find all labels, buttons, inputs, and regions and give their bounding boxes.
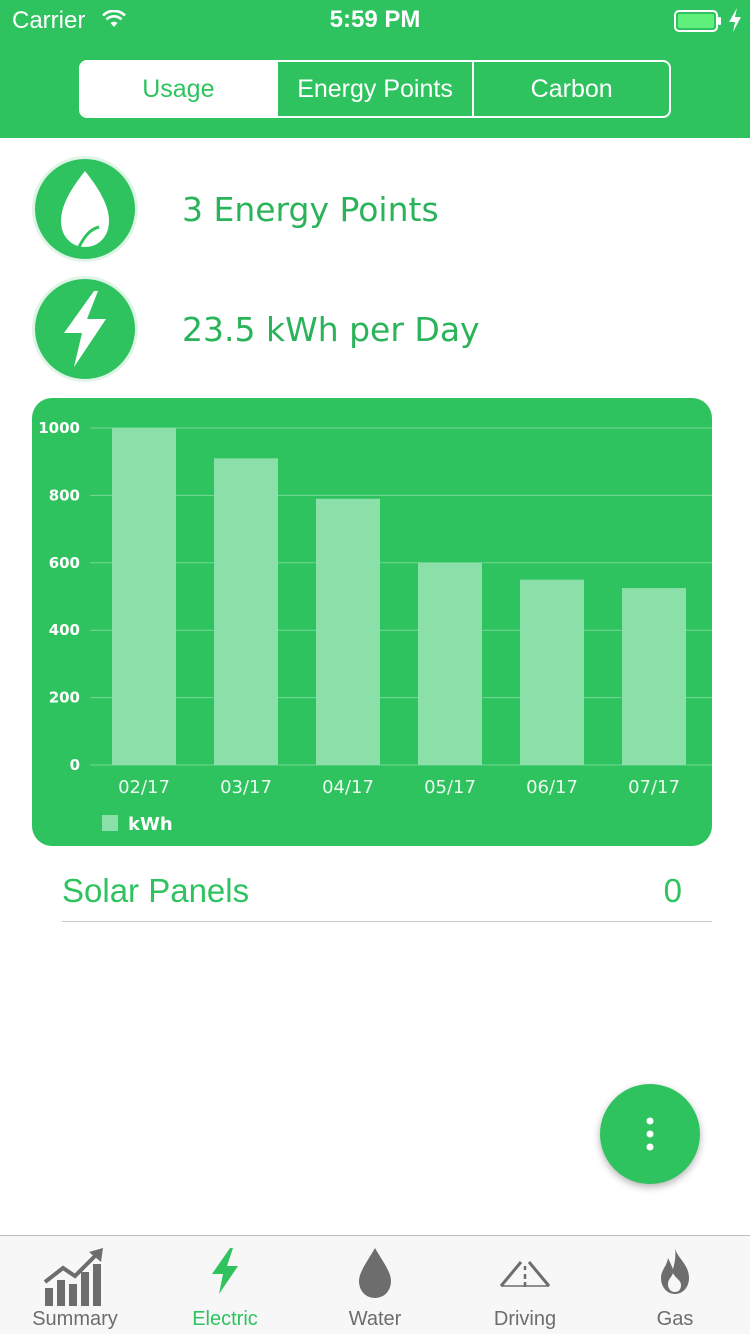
tab-water[interactable]: Water <box>300 1236 450 1334</box>
tab-summary[interactable]: Summary <box>0 1236 150 1334</box>
x-tick-label: 04/17 <box>322 777 374 798</box>
usage-chart: 0 200 400 600 800 1000 02/17 03/17 04/17 05/17 06/… <box>32 398 712 846</box>
tab-driving[interactable]: Driving <box>450 1236 600 1334</box>
y-tick-label: 600 <box>49 554 80 572</box>
energy-points-text: 3 Energy Points <box>182 190 439 229</box>
bar <box>418 562 482 765</box>
more-vertical-icon <box>646 1117 654 1151</box>
y-tick-label: 200 <box>49 689 80 707</box>
legend-label: kWh <box>128 814 173 835</box>
status-bar: Carrier 5:59 PM <box>0 0 750 40</box>
y-tick-label: 1000 <box>38 419 80 437</box>
y-tick-label: 800 <box>49 486 80 504</box>
tab-bar: Summary Electric Water Driving Gas <box>0 1235 750 1334</box>
tab-electric-label: Electric <box>192 1308 258 1330</box>
drop-icon <box>359 1248 391 1298</box>
solar-panels-row[interactable]: Solar Panels 0 <box>62 864 712 922</box>
tab-electric[interactable]: Electric <box>150 1236 300 1334</box>
tab-water-label: Water <box>348 1308 402 1330</box>
daily-usage-text: 23.5 kWh per Day <box>182 310 480 349</box>
tab-gas[interactable]: Gas <box>600 1236 750 1334</box>
tab-gas-label: Gas <box>656 1308 694 1330</box>
segment-energy-points[interactable]: Energy Points <box>275 62 473 116</box>
more-options-button[interactable] <box>600 1084 700 1184</box>
x-tick-label: 03/17 <box>220 777 272 798</box>
solar-panels-value: 0 <box>663 872 682 909</box>
y-tick-label: 0 <box>70 756 80 774</box>
header: Carrier 5:59 PM Usage Energy Points Carb… <box>0 0 750 138</box>
legend-swatch <box>102 815 118 831</box>
leaf-icon <box>61 171 109 248</box>
x-tick-label: 06/17 <box>526 777 578 798</box>
bar <box>622 588 686 765</box>
flame-icon <box>661 1248 689 1294</box>
segment-carbon[interactable]: Carbon <box>472 62 669 116</box>
bar <box>316 498 380 765</box>
usage-chart-svg: 0 200 400 600 800 1000 02/17 03/17 04/17 05/17 06/… <box>38 419 712 835</box>
bar <box>214 458 278 765</box>
tab-driving-label: Driving <box>493 1308 557 1330</box>
bar <box>520 579 584 765</box>
x-tick-label: 02/17 <box>118 777 170 798</box>
solar-panels-label: Solar Panels <box>62 872 250 909</box>
daily-usage-row: 23.5 kWh per Day <box>32 276 732 382</box>
bar <box>112 428 176 765</box>
bolt-icon <box>212 1248 238 1294</box>
status-time: 5:59 PM <box>329 6 421 33</box>
chart-icon <box>43 1248 103 1306</box>
view-segmented-control: Usage Energy Points Carbon <box>79 60 671 118</box>
y-tick-label: 400 <box>49 621 80 639</box>
road-icon <box>499 1261 551 1287</box>
battery-icon <box>674 10 721 32</box>
energy-points-row: 3 Energy Points <box>32 156 732 262</box>
bolt-badge <box>32 276 138 382</box>
segment-usage[interactable]: Usage <box>81 62 276 116</box>
charging-icon <box>729 8 741 32</box>
tab-summary-label: Summary <box>32 1308 118 1330</box>
x-tick-label: 07/17 <box>628 777 680 798</box>
leaf-badge <box>32 156 138 262</box>
bolt-icon <box>64 291 106 367</box>
x-tick-label: 05/17 <box>424 777 476 798</box>
